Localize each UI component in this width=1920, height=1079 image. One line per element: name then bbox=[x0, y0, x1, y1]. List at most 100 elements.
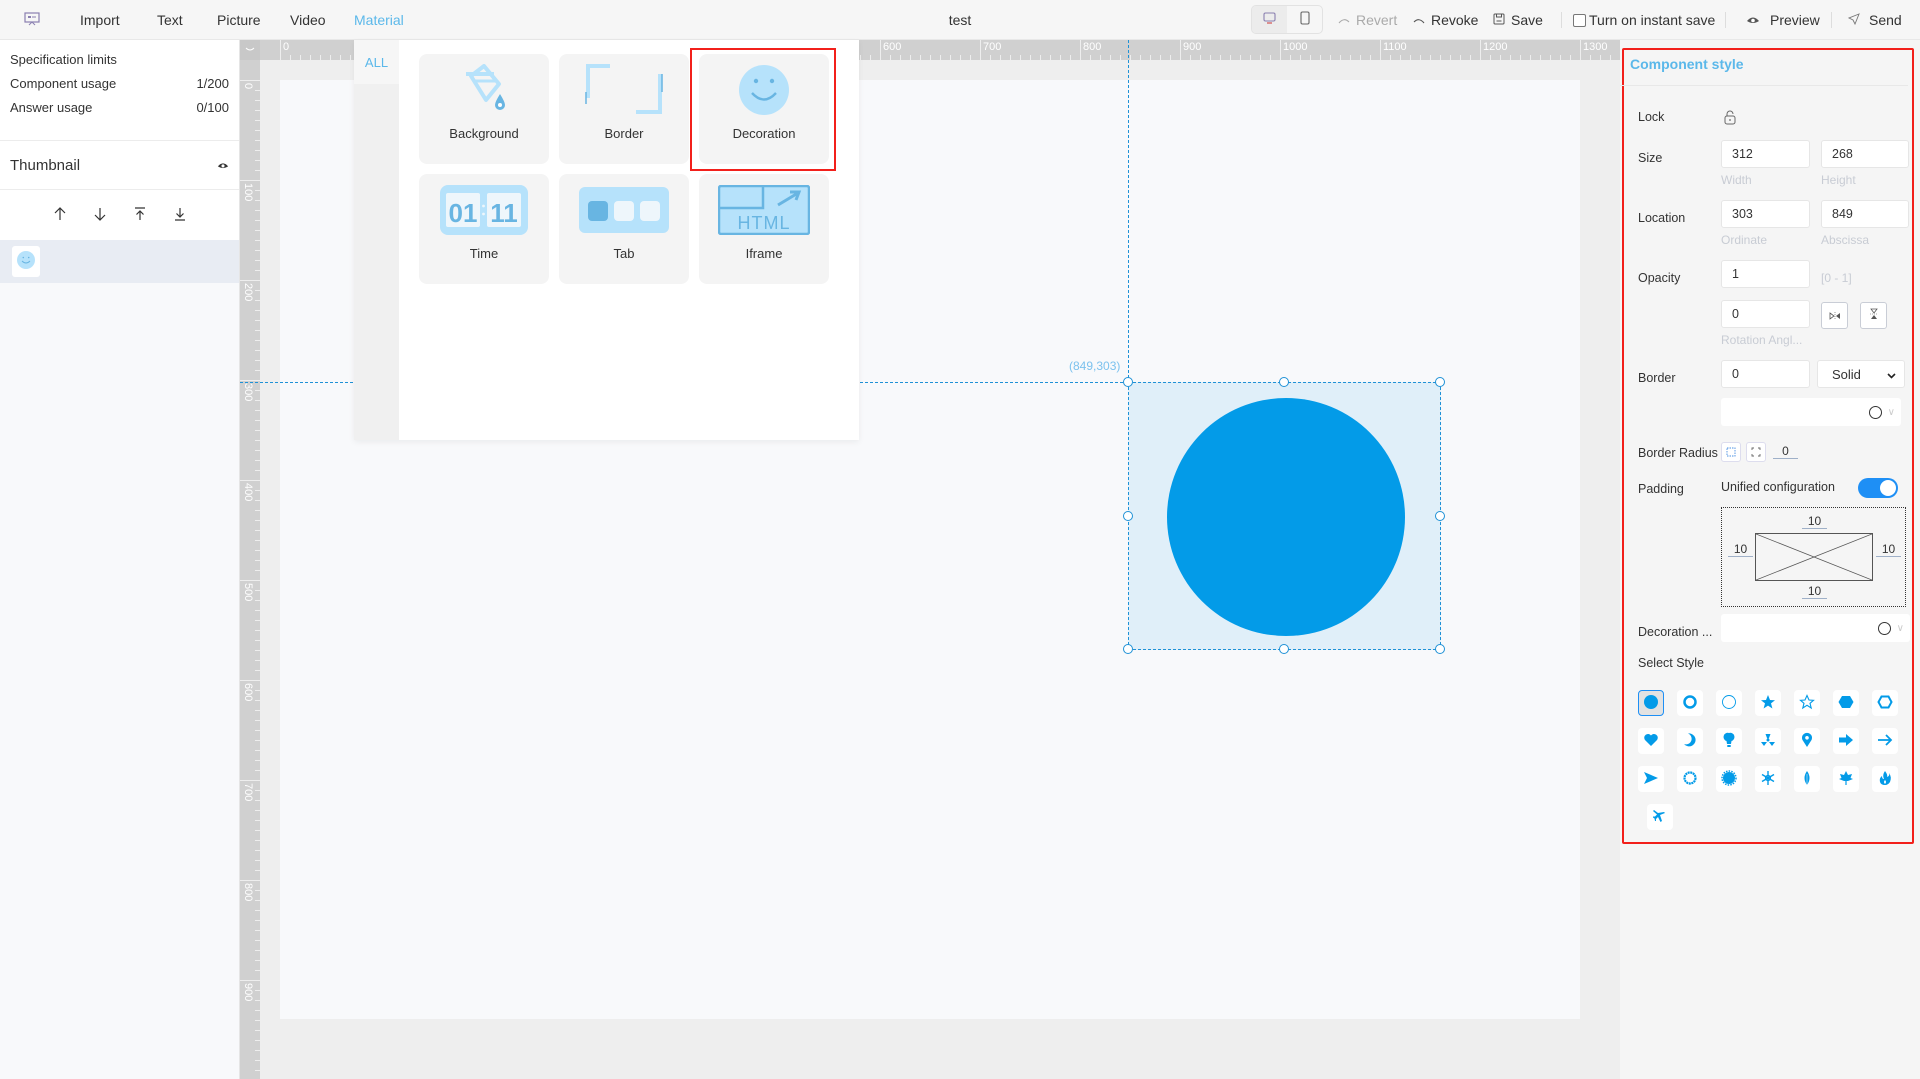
height-input[interactable]: 268 bbox=[1821, 140, 1909, 168]
material-iframe[interactable]: HTML Iframe bbox=[699, 174, 829, 284]
desktop-mode-button[interactable] bbox=[1252, 6, 1287, 33]
style-option-button[interactable] bbox=[1677, 766, 1703, 792]
resize-handle-top-right[interactable] bbox=[1435, 377, 1445, 387]
ruler-minor-tick bbox=[930, 55, 931, 60]
material-border[interactable]: Border bbox=[559, 54, 689, 164]
resize-handle-bottom-left[interactable] bbox=[1123, 644, 1133, 654]
style-option-button[interactable] bbox=[1833, 728, 1859, 754]
resize-handle-right[interactable] bbox=[1435, 511, 1445, 521]
material-tab[interactable]: Tab bbox=[559, 174, 689, 284]
lock-icon[interactable] bbox=[1724, 110, 1736, 128]
style-option-button[interactable] bbox=[1872, 766, 1898, 792]
ruler-minor-tick bbox=[255, 530, 260, 531]
style-option-button[interactable] bbox=[1638, 766, 1664, 792]
save-button[interactable]: Save bbox=[1493, 12, 1543, 28]
border-color-picker[interactable]: ∨ bbox=[1721, 398, 1901, 426]
style-option-button[interactable] bbox=[1638, 728, 1664, 754]
revert-button[interactable]: Revert bbox=[1338, 12, 1397, 28]
resize-handle-top[interactable] bbox=[1279, 377, 1289, 387]
ruler-minor-tick bbox=[255, 1000, 260, 1001]
layer-thumbnail bbox=[12, 246, 40, 277]
style-option-button[interactable] bbox=[1833, 690, 1859, 716]
material-time[interactable]: 01 11 Time bbox=[419, 174, 549, 284]
instant-save-checkbox[interactable]: Turn on instant save bbox=[1573, 12, 1715, 28]
style-option-button[interactable] bbox=[1833, 766, 1859, 792]
category-all[interactable]: ALL bbox=[354, 40, 399, 84]
nav-import[interactable]: Import bbox=[80, 12, 120, 28]
style-option-button[interactable] bbox=[1716, 690, 1742, 716]
send-button[interactable]: Send bbox=[1847, 12, 1902, 28]
outline-star-icon bbox=[1799, 693, 1815, 713]
style-option-button[interactable] bbox=[1647, 804, 1673, 830]
nav-picture[interactable]: Picture bbox=[217, 12, 261, 28]
nav-video[interactable]: Video bbox=[290, 12, 326, 28]
checkbox-box[interactable] bbox=[1573, 13, 1586, 27]
resize-handle-left[interactable] bbox=[1123, 511, 1133, 521]
style-option-button[interactable] bbox=[1638, 690, 1664, 716]
vertical-ruler[interactable]: 0 100 200 300 400 500 600 700 800 900 bbox=[240, 60, 260, 1079]
ruler-minor-tick bbox=[255, 340, 260, 341]
ruler-minor-tick bbox=[255, 290, 260, 291]
ruler-minor-tick bbox=[255, 520, 260, 521]
style-option-button[interactable] bbox=[1794, 728, 1820, 754]
layer-item[interactable] bbox=[0, 240, 239, 283]
material-background[interactable]: Background bbox=[419, 54, 549, 164]
width-input[interactable]: 312 bbox=[1721, 140, 1810, 168]
ruler-minor-tick bbox=[1390, 55, 1391, 60]
padding-bottom-input[interactable]: 10 bbox=[1802, 584, 1827, 599]
padding-top-input[interactable]: 10 bbox=[1802, 514, 1827, 529]
border-width-input[interactable]: 0 bbox=[1721, 360, 1810, 388]
style-option-button[interactable] bbox=[1872, 690, 1898, 716]
mobile-mode-button[interactable] bbox=[1287, 6, 1322, 33]
ruler-minor-tick bbox=[255, 990, 260, 991]
ruler-minor-tick bbox=[255, 610, 260, 611]
style-option-button[interactable] bbox=[1794, 690, 1820, 716]
resize-handle-bottom-right[interactable] bbox=[1435, 644, 1445, 654]
radius-corners-button[interactable] bbox=[1746, 442, 1766, 462]
material-decoration[interactable]: Decoration bbox=[699, 54, 829, 164]
decoration-color-picker[interactable]: ∨ bbox=[1721, 614, 1910, 642]
preview-button[interactable]: Preview bbox=[1746, 12, 1820, 28]
ruler-corner-toggle[interactable] bbox=[240, 40, 260, 60]
border-style-select[interactable]: Solid bbox=[1817, 360, 1905, 388]
ruler-major-tick bbox=[240, 980, 260, 981]
style-option-button[interactable] bbox=[1716, 728, 1742, 754]
nav-material[interactable]: Material bbox=[354, 12, 404, 28]
move-down-button[interactable] bbox=[92, 205, 108, 225]
border-radius-input[interactable]: 0 bbox=[1773, 444, 1798, 459]
rotation-input[interactable]: 0 bbox=[1721, 300, 1810, 328]
style-option-button[interactable] bbox=[1755, 690, 1781, 716]
style-option-button[interactable] bbox=[1755, 728, 1781, 754]
move-to-bottom-button[interactable] bbox=[172, 205, 188, 225]
arrow-to-bottom-icon bbox=[174, 207, 186, 224]
separator bbox=[1831, 12, 1832, 28]
style-option-button[interactable] bbox=[1677, 690, 1703, 716]
style-option-button[interactable] bbox=[1755, 766, 1781, 792]
padding-left-input[interactable]: 10 bbox=[1728, 542, 1753, 557]
resize-handle-top-left[interactable] bbox=[1123, 377, 1133, 387]
flip-horizontal-button[interactable] bbox=[1821, 302, 1848, 329]
style-option-button[interactable] bbox=[1677, 728, 1703, 754]
flip-vertical-button[interactable] bbox=[1860, 302, 1887, 329]
revoke-button[interactable]: Revoke bbox=[1413, 12, 1478, 28]
move-up-button[interactable] bbox=[52, 205, 68, 225]
resize-handle-bottom[interactable] bbox=[1279, 644, 1289, 654]
style-option-button[interactable] bbox=[1716, 766, 1742, 792]
ruler-minor-tick bbox=[1030, 55, 1031, 60]
nav-text[interactable]: Text bbox=[157, 12, 183, 28]
ordinate-input[interactable]: 303 bbox=[1721, 200, 1810, 228]
opacity-input[interactable]: 1 bbox=[1721, 260, 1810, 288]
presentation-icon[interactable] bbox=[24, 12, 40, 26]
ruler-minor-tick bbox=[255, 400, 260, 401]
style-option-button[interactable] bbox=[1872, 728, 1898, 754]
ruler-major-tick bbox=[280, 40, 281, 60]
padding-right-input[interactable]: 10 bbox=[1876, 542, 1901, 557]
radius-all-button[interactable] bbox=[1721, 442, 1741, 462]
eye-icon[interactable] bbox=[217, 158, 229, 173]
ruler-minor-tick bbox=[255, 870, 260, 871]
unified-config-toggle[interactable] bbox=[1858, 478, 1898, 498]
abscissa-input[interactable]: 849 bbox=[1821, 200, 1909, 228]
move-to-top-button[interactable] bbox=[132, 205, 148, 225]
style-option-button[interactable] bbox=[1794, 766, 1820, 792]
selected-decoration-component[interactable] bbox=[1123, 377, 1445, 654]
